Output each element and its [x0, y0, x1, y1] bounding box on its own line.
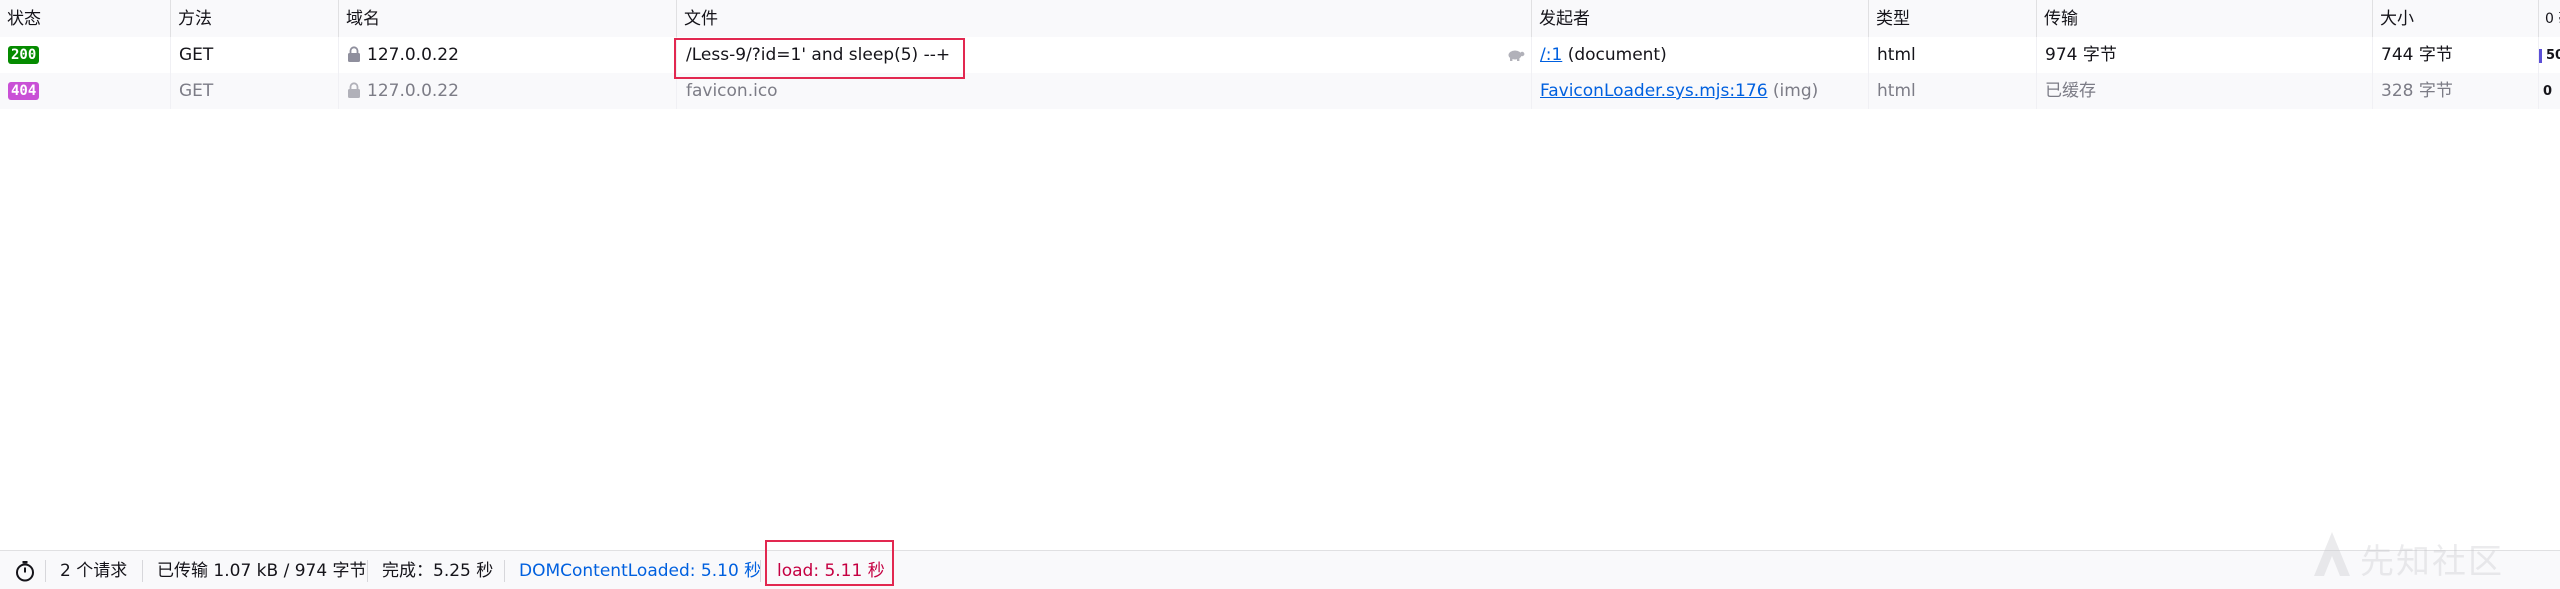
initiator-cell: FaviconLoader.sys.mjs:176 (img) — [1531, 73, 1868, 109]
column-type[interactable]: 类型 — [1868, 0, 2036, 37]
footer-divider — [504, 560, 505, 582]
stopwatch-icon[interactable] — [14, 560, 36, 582]
file-cell[interactable]: favicon.ico — [676, 73, 1531, 109]
waterfall-text: 50 — [2546, 48, 2560, 63]
initiator-link[interactable]: FaviconLoader.sys.mjs:176 — [1540, 81, 1768, 101]
waterfall-cell: 50 — [2538, 37, 2560, 73]
domain-cell: 127.0.0.22 — [338, 73, 676, 109]
turtle-icon — [1508, 50, 1525, 61]
column-method-label: 方法 — [178, 9, 212, 29]
initiator-extra: (document) — [1567, 45, 1667, 65]
status-bar: 2 个请求 已传输 1.07 kB / 974 字节 完成：5.25 秒 DOM… — [0, 550, 2560, 589]
type-cell: html — [1868, 73, 2036, 109]
footer-divider — [45, 560, 46, 582]
initiator-cell: /:1 (document) — [1531, 37, 1868, 73]
status-cell: 404 — [0, 73, 170, 109]
lock-icon — [348, 81, 360, 98]
size-text: 744 字节 — [2381, 45, 2453, 65]
table-row[interactable]: 404 GET 127.0.0.22 favicon.ico FaviconLo… — [0, 73, 2560, 109]
file-cell[interactable]: /Less-9/?id=1' and sleep(5) --+ — [676, 37, 1531, 73]
initiator-extra: (img) — [1772, 81, 1819, 101]
watermark: 先知社区 — [2310, 528, 2550, 584]
network-panel: 状态 方法 域名 文件 发起者 类型 传输 大小 0 毫 200 GET 127… — [0, 0, 2560, 589]
transferred-cell: 已缓存 — [2036, 73, 2372, 109]
method-cell: GET — [170, 73, 338, 109]
status-badge: 200 — [8, 46, 40, 64]
dom-content-loaded-time: DOMContentLoaded: 5.10 秒 — [519, 561, 762, 581]
column-transferred[interactable]: 传输 — [2036, 0, 2372, 37]
column-initiator[interactable]: 发起者 — [1531, 0, 1868, 37]
footer-divider — [760, 560, 761, 582]
column-status[interactable]: 状态 — [0, 0, 170, 37]
type-text: html — [1877, 81, 1916, 101]
status-cell: 200 — [0, 37, 170, 73]
column-file[interactable]: 文件 — [676, 0, 1531, 37]
transferred-text: 974 字节 — [2045, 45, 2117, 65]
column-type-label: 类型 — [1876, 9, 1910, 29]
method-cell: GET — [170, 37, 338, 73]
column-domain[interactable]: 域名 — [338, 0, 676, 37]
method-text: GET — [179, 45, 214, 65]
column-size[interactable]: 大小 — [2372, 0, 2538, 37]
finish-time: 完成：5.25 秒 — [382, 561, 494, 581]
domain-text: 127.0.0.22 — [367, 81, 459, 101]
initiator-link[interactable]: /:1 — [1540, 45, 1562, 65]
column-header-row: 状态 方法 域名 文件 发起者 类型 传输 大小 0 毫 — [0, 0, 2560, 38]
transferred-cell: 974 字节 — [2036, 37, 2372, 73]
size-cell: 328 字节 — [2372, 73, 2538, 109]
transferred-text: 已缓存 — [2045, 81, 2096, 101]
column-waterfall-label: 0 毫 — [2545, 11, 2560, 27]
column-waterfall[interactable]: 0 毫 — [2538, 0, 2560, 37]
column-domain-label: 域名 — [346, 9, 380, 29]
footer-divider — [367, 560, 368, 582]
load-time: load: 5.11 秒 — [777, 561, 885, 581]
domain-text: 127.0.0.22 — [367, 45, 459, 65]
watermark-text: 先知社区 — [2360, 542, 2504, 582]
column-initiator-label: 发起者 — [1539, 9, 1590, 29]
size-cell: 744 字节 — [2372, 37, 2538, 73]
waterfall-text: 0 — [2543, 84, 2553, 99]
waterfall-cell: 0 — [2538, 73, 2560, 109]
file-text: favicon.ico — [686, 81, 778, 101]
footer-divider — [142, 560, 143, 582]
status-badge: 404 — [8, 82, 40, 100]
method-text: GET — [179, 81, 214, 101]
watermark-logo — [2314, 532, 2350, 576]
type-cell: html — [1868, 37, 2036, 73]
table-row[interactable]: 200 GET 127.0.0.22 /Less-9/?id=1' and sl… — [0, 37, 2560, 73]
column-method[interactable]: 方法 — [170, 0, 338, 37]
transferred-summary: 已传输 1.07 kB / 974 字节 — [157, 561, 367, 581]
size-text: 328 字节 — [2381, 81, 2453, 101]
waterfall-bar — [2539, 48, 2542, 63]
domain-cell: 127.0.0.22 — [338, 37, 676, 73]
column-size-label: 大小 — [2380, 9, 2414, 29]
type-text: html — [1877, 45, 1916, 65]
request-count: 2 个请求 — [60, 561, 128, 581]
column-transferred-label: 传输 — [2044, 9, 2078, 29]
column-status-label: 状态 — [7, 9, 41, 29]
file-text: /Less-9/?id=1' and sleep(5) --+ — [686, 45, 951, 65]
lock-icon — [348, 45, 360, 62]
column-file-label: 文件 — [684, 9, 718, 29]
